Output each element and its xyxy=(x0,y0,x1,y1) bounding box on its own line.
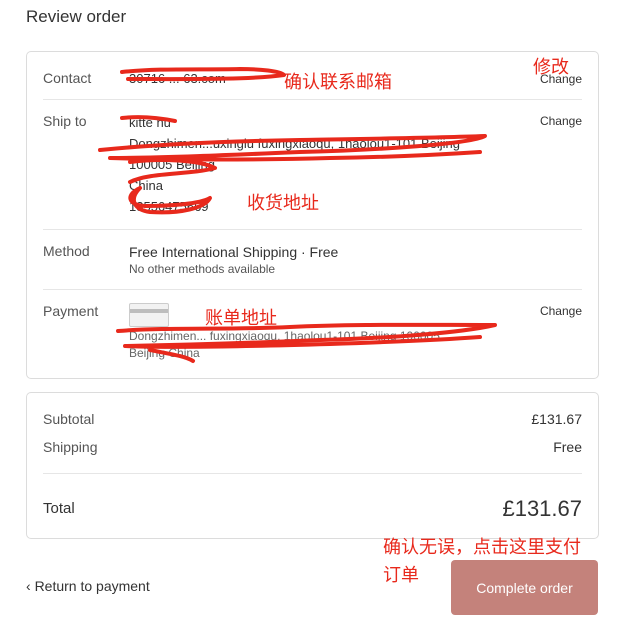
credit-card-icon xyxy=(129,303,169,327)
shipping-value: Free xyxy=(553,439,582,455)
page-title: Review order xyxy=(26,7,127,26)
ship-to-line: kitte hu xyxy=(129,115,171,130)
total-value: £131.67 xyxy=(502,496,582,521)
contact-label: Contact xyxy=(43,70,92,86)
divider xyxy=(43,289,582,290)
complete-order-button[interactable]: Complete order xyxy=(451,560,598,615)
payment-address: Dongzhimen... fuxingxiaoqu, 1haolou1-101… xyxy=(129,329,440,343)
return-to-payment-link[interactable]: ‹ Return to payment xyxy=(26,578,150,594)
divider xyxy=(43,229,582,230)
divider xyxy=(43,473,582,474)
subtotal-value: £131.67 xyxy=(531,411,582,427)
method-note: No other methods available xyxy=(129,262,276,276)
annotation-confirm-pay-2: 订单 xyxy=(383,565,419,586)
chevron-left-icon: ‹ xyxy=(26,578,35,594)
review-details-card: Contact 30716 ... 63.com Change Ship to … xyxy=(26,51,599,379)
subtotal-label: Subtotal xyxy=(43,411,95,427)
total-label: Total xyxy=(43,500,75,517)
ship-to-line: China xyxy=(129,178,163,193)
annotation-confirm-pay: 确认无误，点击这里支付 xyxy=(383,537,581,558)
ship-to-label: Ship to xyxy=(43,113,87,129)
method-label: Method xyxy=(43,243,90,259)
ship-to-line: 100005 Beijing xyxy=(129,157,216,172)
contact-value: 30716 ... 63.com xyxy=(129,71,226,86)
annotation-confirm-email: 确认联系邮箱 xyxy=(284,72,392,93)
payment-label: Payment xyxy=(43,303,99,319)
ship-to-change-link[interactable]: Change xyxy=(540,114,582,128)
shipping-label: Shipping xyxy=(43,439,98,455)
ship-to-line: 13556475669 xyxy=(129,199,209,214)
annotation-modify: 修改 xyxy=(533,57,569,78)
ship-to-line: Dongzhimen...uxinglu fuxingxiaoqu, 1haol… xyxy=(129,136,461,151)
payment-city: Beijing China xyxy=(129,346,200,360)
annotation-shipping-address: 收货地址 xyxy=(247,193,319,214)
method-value: Free International Shipping · Free xyxy=(129,244,339,260)
return-label: Return to payment xyxy=(34,578,150,594)
order-summary-card: Subtotal £131.67 Shipping Free Total £13… xyxy=(26,392,599,539)
annotation-billing-address: 账单地址 xyxy=(205,308,277,329)
payment-change-link[interactable]: Change xyxy=(540,304,582,318)
divider xyxy=(43,99,582,100)
